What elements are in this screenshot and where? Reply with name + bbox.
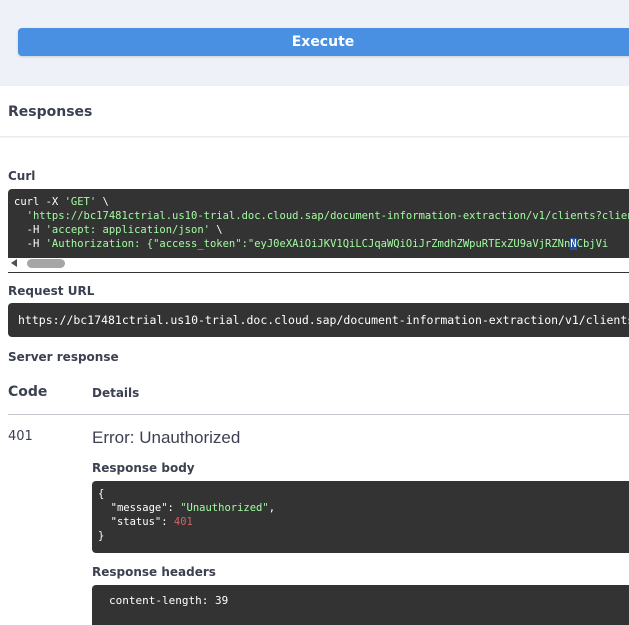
details-column-header: Details [92, 386, 140, 400]
response-status-code: 401 [8, 429, 33, 444]
curl-auth-header-rest: CbjVi [576, 238, 609, 250]
scroll-left-arrow-icon[interactable] [11, 259, 17, 267]
curl-method: 'GET' [64, 196, 97, 208]
json-message-sep: : [167, 502, 181, 514]
json-status-sep: : [161, 516, 174, 528]
scroll-thumb[interactable] [27, 259, 65, 268]
responses-header [0, 86, 629, 136]
json-status-key: "status" [98, 516, 162, 528]
response-header-line: content-length: 39 [109, 594, 229, 607]
code-column-header: Code [8, 384, 48, 400]
responses-title: Responses [8, 104, 93, 120]
request-url-value: https://bc17481ctrial.us10-trial.doc.clo… [18, 313, 629, 327]
response-body-json: { "message": "Unauthorized", "status": 4… [92, 481, 629, 543]
curl-line3-end: \ [209, 224, 223, 236]
curl-label: Curl [8, 169, 36, 183]
curl-auth-header: 'Authorization: {"access_token":"eyJ0eXA… [45, 238, 571, 250]
curl-horizontal-scrollbar[interactable] [8, 258, 629, 272]
response-error-text: Error: Unauthorized [92, 428, 241, 447]
execute-button[interactable]: Execute [18, 28, 629, 56]
curl-command: curl -X 'GET' \ 'https://bc17481ctrial.u… [8, 189, 629, 251]
curl-line1-end: \ [96, 196, 109, 208]
request-url-block[interactable]: https://bc17481ctrial.us10-trial.doc.clo… [8, 303, 629, 337]
json-status-value: 401 [173, 516, 193, 528]
json-close-brace: } [98, 530, 105, 542]
json-message-key: "message" [98, 502, 168, 514]
json-open-brace: { [98, 488, 105, 500]
curl-cmd: curl -X [14, 196, 65, 208]
curl-url: 'https://bc17481ctrial.us10-trial.doc.cl… [26, 210, 629, 222]
response-headers-block[interactable]: content-length: 39 [92, 585, 629, 625]
curl-flag-auth: -H [14, 238, 46, 250]
curl-flag-accept: -H [14, 224, 46, 236]
server-response-label: Server response [8, 350, 119, 364]
json-message-value: "Unauthorized" [180, 502, 269, 514]
request-url-label: Request URL [8, 284, 95, 298]
curl-accept-header: 'accept: application/json' [45, 224, 210, 236]
table-divider [8, 414, 629, 415]
json-message-comma: , [268, 502, 276, 514]
response-body-block[interactable]: { "message": "Unauthorized", "status": 4… [92, 481, 629, 553]
response-headers-label: Response headers [92, 565, 216, 579]
response-body-label: Response body [92, 461, 195, 475]
